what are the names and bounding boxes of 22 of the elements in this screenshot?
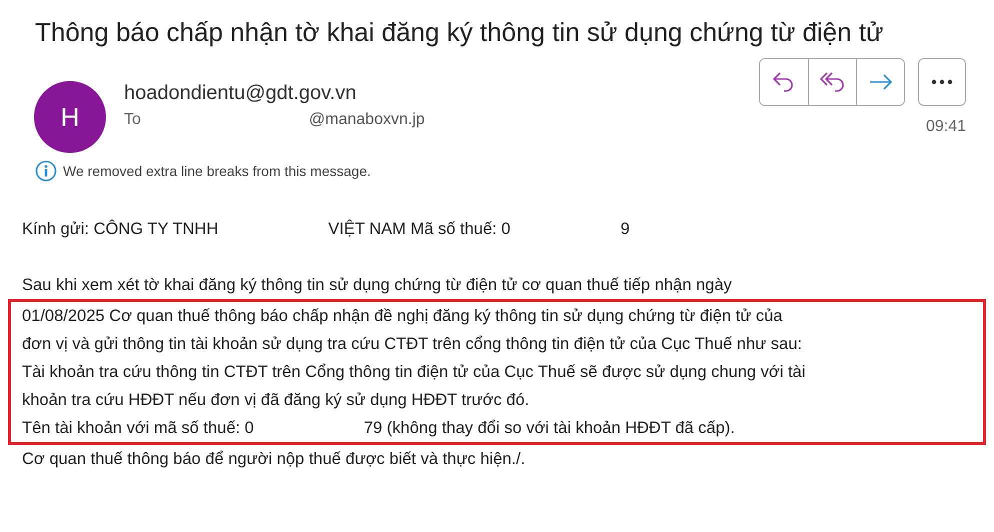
sender-address: hoadondientu@gdt.gov.vn [124, 82, 358, 105]
body-text: Tên tài khoản với mã số thuế: 0 [22, 418, 254, 439]
body-text: 79 (không thay đổi so với tài khoản HĐĐT đã cấp). [364, 418, 735, 439]
info-message: We removed extra line breaks from this message. [63, 163, 371, 179]
recipient-label: To [124, 111, 141, 129]
body-text: khoản tra cứu HĐĐT nếu đơn vị đã đăng ký sử dụng HĐĐT trước đó. [22, 390, 530, 411]
body-text: Tài khoản tra cứu thông tin CTĐT trên Cổng thông tin điện tử của Cục Thuế sẽ được sử dụng chung với tài [22, 362, 806, 383]
forward-button[interactable] [856, 59, 904, 105]
received-time: 09:41 [926, 118, 966, 136]
email-subject: Thông báo chấp nhận tờ khai đăng ký thông tin sử dụng chứng từ điện tử [35, 16, 884, 49]
info-icon [35, 160, 57, 182]
recipient-address: @manaboxvn.jp [308, 111, 425, 129]
body-text: Kính gửi: CÔNG TY TNHH [22, 218, 218, 240]
body-text: 01/08/2025 Cơ quan thuế thông báo chấp nhận đề nghị đăng ký thông tin sử dụng chứng từ điện tử của [22, 306, 782, 327]
body-text: Sau khi xem xét tờ khai đăng ký thông tin sử dụng chứng từ điện tử cơ quan thuế tiếp nhận ngày [22, 275, 732, 296]
more-icon [931, 79, 953, 85]
body-text: đơn vị và gửi thông tin tài khoản sử dụng tra cứu CTĐT trên cổng thông tin điện tử của Cục Thuế như sau: [22, 334, 802, 355]
reply-all-icon [818, 71, 846, 93]
body-text: Cơ quan thuế thông báo để người nộp thuế được biết và thực hiện./. [22, 449, 526, 470]
body-text: VIỆT NAM Mã số thuế: 0 [328, 218, 510, 240]
sender-avatar: H [34, 81, 106, 153]
body-text: 9 [620, 219, 630, 240]
